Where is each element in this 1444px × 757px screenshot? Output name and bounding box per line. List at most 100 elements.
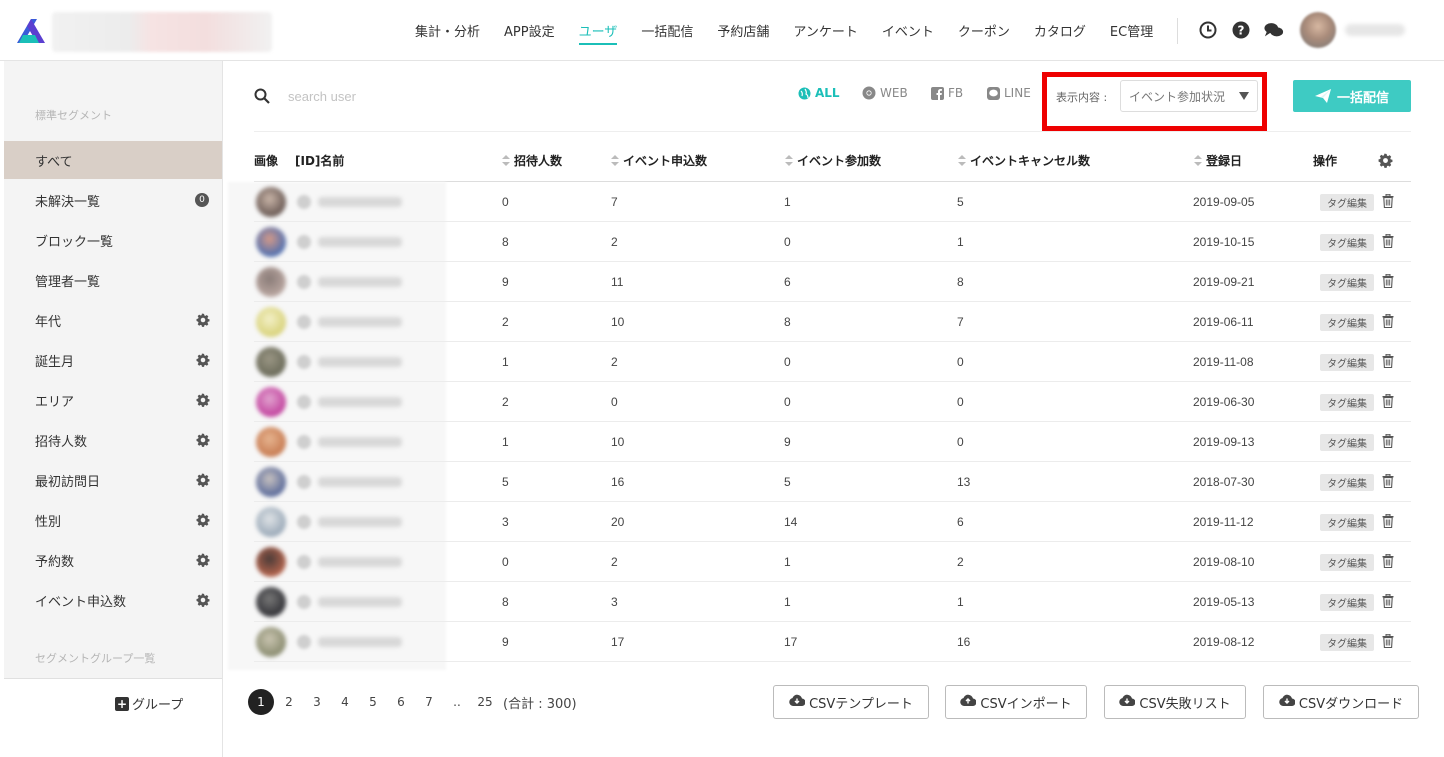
gear-icon[interactable] (196, 513, 210, 527)
table-row[interactable]: 2 10 8 7 2019-06-11 タグ編集 (254, 302, 1411, 342)
user-name-blurred[interactable] (318, 637, 402, 647)
filter-line[interactable]: LINE (987, 86, 1031, 100)
tag-edit-button[interactable]: タグ編集 (1320, 194, 1374, 211)
sidebar-item-7[interactable]: 招待人数 (4, 421, 222, 459)
filter-fb[interactable]: FB (931, 86, 963, 100)
nav-item-4[interactable]: 予約店舗 (705, 0, 781, 61)
trash-icon[interactable] (1382, 393, 1394, 412)
nav-item-0[interactable]: 集計・分析 (403, 0, 492, 61)
user-name-blurred[interactable] (318, 237, 402, 247)
search-input[interactable] (280, 82, 480, 110)
nav-item-2[interactable]: ユーザ (567, 0, 630, 61)
app-logo[interactable] (17, 17, 45, 45)
nav-item-6[interactable]: イベント (870, 0, 946, 61)
user-name-blurred[interactable] (318, 477, 402, 487)
nav-item-1[interactable]: APP設定 (492, 0, 567, 61)
page-link-3[interactable]: 3 (306, 692, 328, 712)
nav-item-8[interactable]: カタログ (1022, 0, 1098, 61)
filter-web[interactable]: WEB (862, 86, 908, 100)
add-group-button[interactable]: + グループ (115, 694, 183, 713)
csv-failed-list-button[interactable]: CSV失敗リスト (1104, 685, 1246, 719)
table-row[interactable]: 9 17 17 16 2019-08-12 タグ編集 (254, 622, 1411, 662)
gear-icon[interactable] (196, 553, 210, 567)
tag-edit-button[interactable]: タグ編集 (1320, 634, 1374, 651)
sidebar-item-1[interactable]: 未解決一覧 0 (4, 181, 222, 219)
table-row[interactable]: 2 0 0 0 2019-06-30 タグ編集 (254, 382, 1411, 422)
table-settings-gear-icon[interactable] (1378, 153, 1393, 168)
bulk-send-button[interactable]: 一括配信 (1293, 80, 1411, 112)
page-link-6[interactable]: 6 (390, 692, 412, 712)
col-header-event-apply[interactable]: イベント申込数 (611, 152, 707, 169)
chat-icon[interactable] (1264, 20, 1284, 40)
sidebar-item-11[interactable]: イベント申込数 (4, 581, 222, 619)
help-icon[interactable]: ? (1231, 20, 1251, 40)
trash-icon[interactable] (1382, 553, 1394, 572)
nav-item-3[interactable]: 一括配信 (629, 0, 705, 61)
sidebar-item-9[interactable]: 性別 (4, 501, 222, 539)
user-name-blurred[interactable] (318, 357, 402, 367)
page-link-1[interactable]: 1 (248, 689, 274, 715)
tag-edit-button[interactable]: タグ編集 (1320, 234, 1374, 251)
nav-item-5[interactable]: アンケート (781, 0, 869, 61)
sidebar-item-3[interactable]: 管理者一覧 (4, 261, 222, 299)
col-header-invites[interactable]: 招待人数 (502, 152, 562, 169)
tag-edit-button[interactable]: タグ編集 (1320, 274, 1374, 291)
user-name-blurred[interactable] (318, 197, 402, 207)
trash-icon[interactable] (1382, 633, 1394, 652)
filter-all[interactable]: ALL (798, 86, 840, 100)
table-row[interactable]: 3 20 14 6 2019-11-12 タグ編集 (254, 502, 1411, 542)
csv-template-button[interactable]: CSVテンプレート (773, 685, 929, 719)
account-name-blurred[interactable] (52, 12, 272, 52)
sidebar-item-2[interactable]: ブロック一覧 (4, 221, 222, 259)
table-row[interactable]: 8 2 0 1 2019-10-15 タグ編集 (254, 222, 1411, 262)
sidebar-item-5[interactable]: 誕生月 (4, 341, 222, 379)
sidebar-item-0[interactable]: すべて (4, 141, 222, 179)
trash-icon[interactable] (1382, 593, 1394, 612)
gear-icon[interactable] (196, 313, 210, 327)
page-link-2[interactable]: 2 (278, 692, 300, 712)
clock-icon[interactable] (1198, 20, 1218, 40)
sidebar-item-8[interactable]: 最初訪問日 (4, 461, 222, 499)
user-name-blurred[interactable] (318, 597, 402, 607)
table-row[interactable]: 9 11 6 8 2019-09-21 タグ編集 (254, 262, 1411, 302)
trash-icon[interactable] (1382, 473, 1394, 492)
nav-item-7[interactable]: クーポン (946, 0, 1022, 61)
tag-edit-button[interactable]: タグ編集 (1320, 594, 1374, 611)
user-name-blurred[interactable] (318, 397, 402, 407)
page-link-4[interactable]: 4 (334, 692, 356, 712)
user-name-blurred[interactable] (318, 277, 402, 287)
tag-edit-button[interactable]: タグ編集 (1320, 394, 1374, 411)
table-row[interactable]: 1 2 0 0 2019-11-08 タグ編集 (254, 342, 1411, 382)
col-header-event-cancel[interactable]: イベントキャンセル数 (958, 152, 1090, 169)
col-header-registered[interactable]: 登録日 (1194, 152, 1242, 169)
table-row[interactable]: 0 7 1 5 2019-09-05 タグ編集 (254, 182, 1411, 222)
trash-icon[interactable] (1382, 273, 1394, 292)
sidebar-item-6[interactable]: エリア (4, 381, 222, 419)
page-link-5[interactable]: 5 (362, 692, 384, 712)
sidebar-item-10[interactable]: 予約数 (4, 541, 222, 579)
table-row[interactable]: 5 16 5 13 2018-07-30 タグ編集 (254, 462, 1411, 502)
user-avatar[interactable] (1300, 12, 1336, 48)
table-row[interactable]: 1 10 9 0 2019-09-13 タグ編集 (254, 422, 1411, 462)
trash-icon[interactable] (1382, 433, 1394, 452)
trash-icon[interactable] (1382, 353, 1394, 372)
col-header-event-attend[interactable]: イベント参加数 (785, 152, 881, 169)
trash-icon[interactable] (1382, 513, 1394, 532)
gear-icon[interactable] (196, 393, 210, 407)
page-link-25[interactable]: 25 (474, 692, 496, 712)
trash-icon[interactable] (1382, 313, 1394, 332)
tag-edit-button[interactable]: タグ編集 (1320, 354, 1374, 371)
tag-edit-button[interactable]: タグ編集 (1320, 474, 1374, 491)
nav-item-9[interactable]: EC管理 (1098, 0, 1165, 61)
csv-download-button[interactable]: CSVダウンロード (1263, 685, 1419, 719)
gear-icon[interactable] (196, 473, 210, 487)
search-icon[interactable] (254, 88, 270, 104)
tag-edit-button[interactable]: タグ編集 (1320, 434, 1374, 451)
page-link-7[interactable]: 7 (418, 692, 440, 712)
trash-icon[interactable] (1382, 233, 1394, 252)
user-name-blurred[interactable] (318, 317, 402, 327)
gear-icon[interactable] (196, 433, 210, 447)
tag-edit-button[interactable]: タグ編集 (1320, 514, 1374, 531)
user-name-blurred[interactable] (318, 517, 402, 527)
gear-icon[interactable] (196, 593, 210, 607)
